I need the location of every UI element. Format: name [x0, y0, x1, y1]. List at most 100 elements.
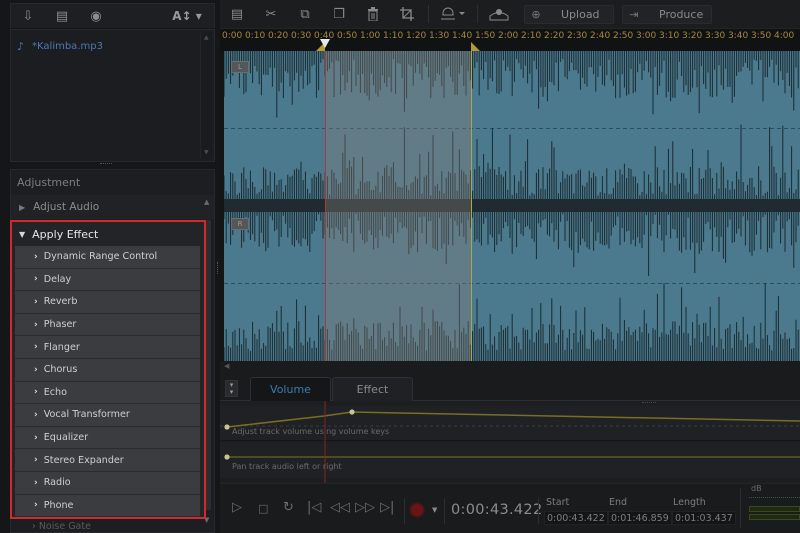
start-label: Start: [546, 497, 570, 508]
effect-label: Dynamic Range Control: [43, 251, 158, 263]
ruler-tick-label: 2:10: [521, 31, 542, 41]
go-to-end-icon[interactable]: ▷|: [380, 500, 394, 515]
waveform-band: [224, 206, 800, 212]
effect-item[interactable]: › Phaser: [15, 313, 200, 337]
chevron-right-icon: ›: [34, 342, 38, 353]
effect-label: Phone: [43, 499, 74, 511]
channel-label-right[interactable]: R: [231, 218, 249, 230]
effect-label: Echo: [43, 386, 68, 398]
ruler-tick-label: 0:30: [291, 31, 312, 41]
cut-icon[interactable]: ✂: [254, 0, 288, 29]
panel-resize-handle[interactable]: [100, 163, 112, 166]
upload-button[interactable]: ⊕ Upload: [524, 4, 614, 24]
waveform-right: [224, 206, 800, 361]
download-cd-icon[interactable]: ◉: [79, 4, 113, 29]
produce-button[interactable]: ⇥ Produce: [622, 4, 712, 24]
length-label: Length: [673, 497, 706, 508]
scroll-up-icon[interactable]: ▲: [204, 198, 209, 206]
chevron-right-icon: ›: [34, 432, 38, 443]
level-meter-left: [749, 506, 800, 512]
library-scrollbar[interactable]: ▲ ▼: [200, 32, 212, 158]
produce-label: Produce: [659, 7, 704, 21]
scroll-down-icon[interactable]: ▼: [204, 149, 209, 156]
waveform-edge: [220, 51, 224, 361]
audio-enhance-icon[interactable]: [482, 0, 516, 29]
volume-keypoint[interactable]: [349, 409, 355, 415]
effect-label: Reverb: [43, 296, 78, 308]
pan-keypoint[interactable]: [224, 454, 230, 460]
record-marker-icon[interactable]: [433, 0, 473, 29]
chevron-right-icon: ›: [34, 319, 38, 330]
ruler-tick-label: 3:40: [728, 31, 749, 41]
tab-volume[interactable]: Volume: [250, 377, 331, 401]
channel-right: R: [224, 206, 800, 361]
end-time-field[interactable]: 0:01:46.859: [608, 511, 672, 525]
effect-label: Radio: [43, 477, 71, 489]
effect-item[interactable]: › Stereo Expander: [15, 449, 200, 472]
fast-forward-icon[interactable]: ▷▷: [355, 500, 375, 515]
db-scale: [749, 494, 800, 498]
volume-keypoint[interactable]: [224, 424, 230, 430]
effect-item[interactable]: › Phone: [15, 494, 200, 518]
rewind-icon[interactable]: ◁◁: [330, 500, 350, 515]
record-dropdown-icon[interactable]: ▼: [432, 506, 437, 514]
collapse-triangle-icon: ▼: [19, 229, 26, 239]
media-library: ♪ *Kalimba.mp3 ▲ ▼: [10, 29, 215, 162]
library-file-item[interactable]: ♪ *Kalimba.mp3: [17, 40, 103, 53]
length-time-field[interactable]: 0:01:03.437: [672, 511, 736, 525]
go-to-start-icon[interactable]: |◁: [307, 500, 321, 515]
export-icon[interactable]: ▤: [45, 4, 79, 29]
delete-icon[interactable]: [356, 0, 390, 29]
envelope-area: Adjust track volume using volume keys Pa…: [220, 401, 800, 483]
scroll-up-icon[interactable]: ▲: [204, 34, 209, 41]
crop-icon[interactable]: [390, 0, 424, 29]
chevron-right-icon: ›: [34, 296, 38, 307]
paste-icon[interactable]: ❐: [322, 0, 356, 29]
selection-end-line: [470, 51, 472, 361]
effect-item[interactable]: › Flanger: [15, 336, 200, 359]
main-toolbar: ▤ ✂ ⧉ ❐ ⊕ Upload ⇥ Produce: [220, 0, 800, 29]
ruler-tick-label: 0:00: [222, 31, 243, 41]
envelope-tabs: ▾ ▾ Volume Effect: [220, 375, 800, 401]
effect-label: Flanger: [43, 341, 80, 353]
db-label: dB: [751, 484, 762, 493]
channel-label-left[interactable]: L: [231, 61, 249, 73]
effect-item[interactable]: › Vocal Transformer: [15, 404, 200, 427]
selection-range[interactable]: [324, 51, 471, 361]
ruler-tick-label: 1:20: [406, 31, 427, 41]
timeline-ruler[interactable]: 0:00 0:10 0:20 0:30 0:40 0:50 1:00 1:10 1:20 1:30…: [220, 29, 800, 51]
section-apply-effect[interactable]: ▼ Apply Effect: [12, 222, 204, 246]
effect-item[interactable]: › Echo: [15, 381, 200, 405]
import-media-icon[interactable]: ⇩: [11, 4, 45, 29]
record-button[interactable]: [411, 504, 423, 516]
effect-item[interactable]: › Equalizer: [15, 426, 200, 450]
effect-item-partial[interactable]: › Noise Gate: [32, 521, 91, 532]
play-icon[interactable]: ▷: [232, 500, 242, 515]
stop-icon[interactable]: □: [258, 502, 268, 515]
selection-end-marker[interactable]: [470, 42, 480, 51]
globe-icon: ⊕: [531, 7, 541, 21]
chevron-right-icon: ›: [34, 387, 38, 398]
collapse-panel-button[interactable]: ▾ ▾: [225, 380, 238, 397]
effect-item[interactable]: › Radio: [15, 471, 200, 495]
effect-item[interactable]: › Delay: [15, 268, 200, 292]
effect-label: Stereo Expander: [43, 454, 124, 466]
export-arrow-icon: ⇥: [629, 7, 639, 21]
loop-icon[interactable]: ↻: [283, 500, 294, 515]
scroll-left-icon[interactable]: ◀: [224, 362, 229, 370]
section-adjust-audio[interactable]: ▶ Adjust Audio: [11, 195, 214, 219]
tab-effect[interactable]: Effect: [332, 377, 413, 401]
document-settings-icon[interactable]: ▤: [220, 0, 254, 29]
effect-item[interactable]: › Chorus: [15, 358, 200, 382]
playhead-line: [324, 51, 326, 361]
effect-item[interactable]: › Dynamic Range Control: [15, 246, 200, 269]
effect-item[interactable]: › Reverb: [15, 291, 200, 314]
start-time-field[interactable]: 0:00:43.422: [544, 511, 608, 525]
copy-icon[interactable]: ⧉: [288, 0, 322, 29]
waveform-area[interactable]: L R: [220, 51, 800, 361]
font-size-button[interactable]: A↕ ▾: [170, 4, 204, 29]
ruler-tick-label: 0:20: [268, 31, 289, 41]
ruler-tick-label: 3:00: [636, 31, 657, 41]
waveform-band: [224, 199, 800, 206]
end-label: End: [609, 497, 628, 508]
